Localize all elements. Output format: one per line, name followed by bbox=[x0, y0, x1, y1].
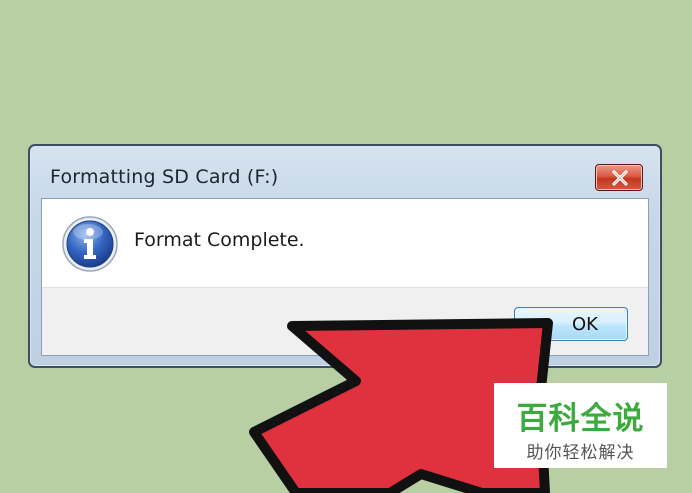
watermark-subtitle: 助你轻松解决 bbox=[526, 443, 635, 463]
watermark-badge: 百科全说 助你轻松解决 bbox=[494, 383, 667, 468]
watermark-title: 百科全说 bbox=[516, 401, 645, 437]
